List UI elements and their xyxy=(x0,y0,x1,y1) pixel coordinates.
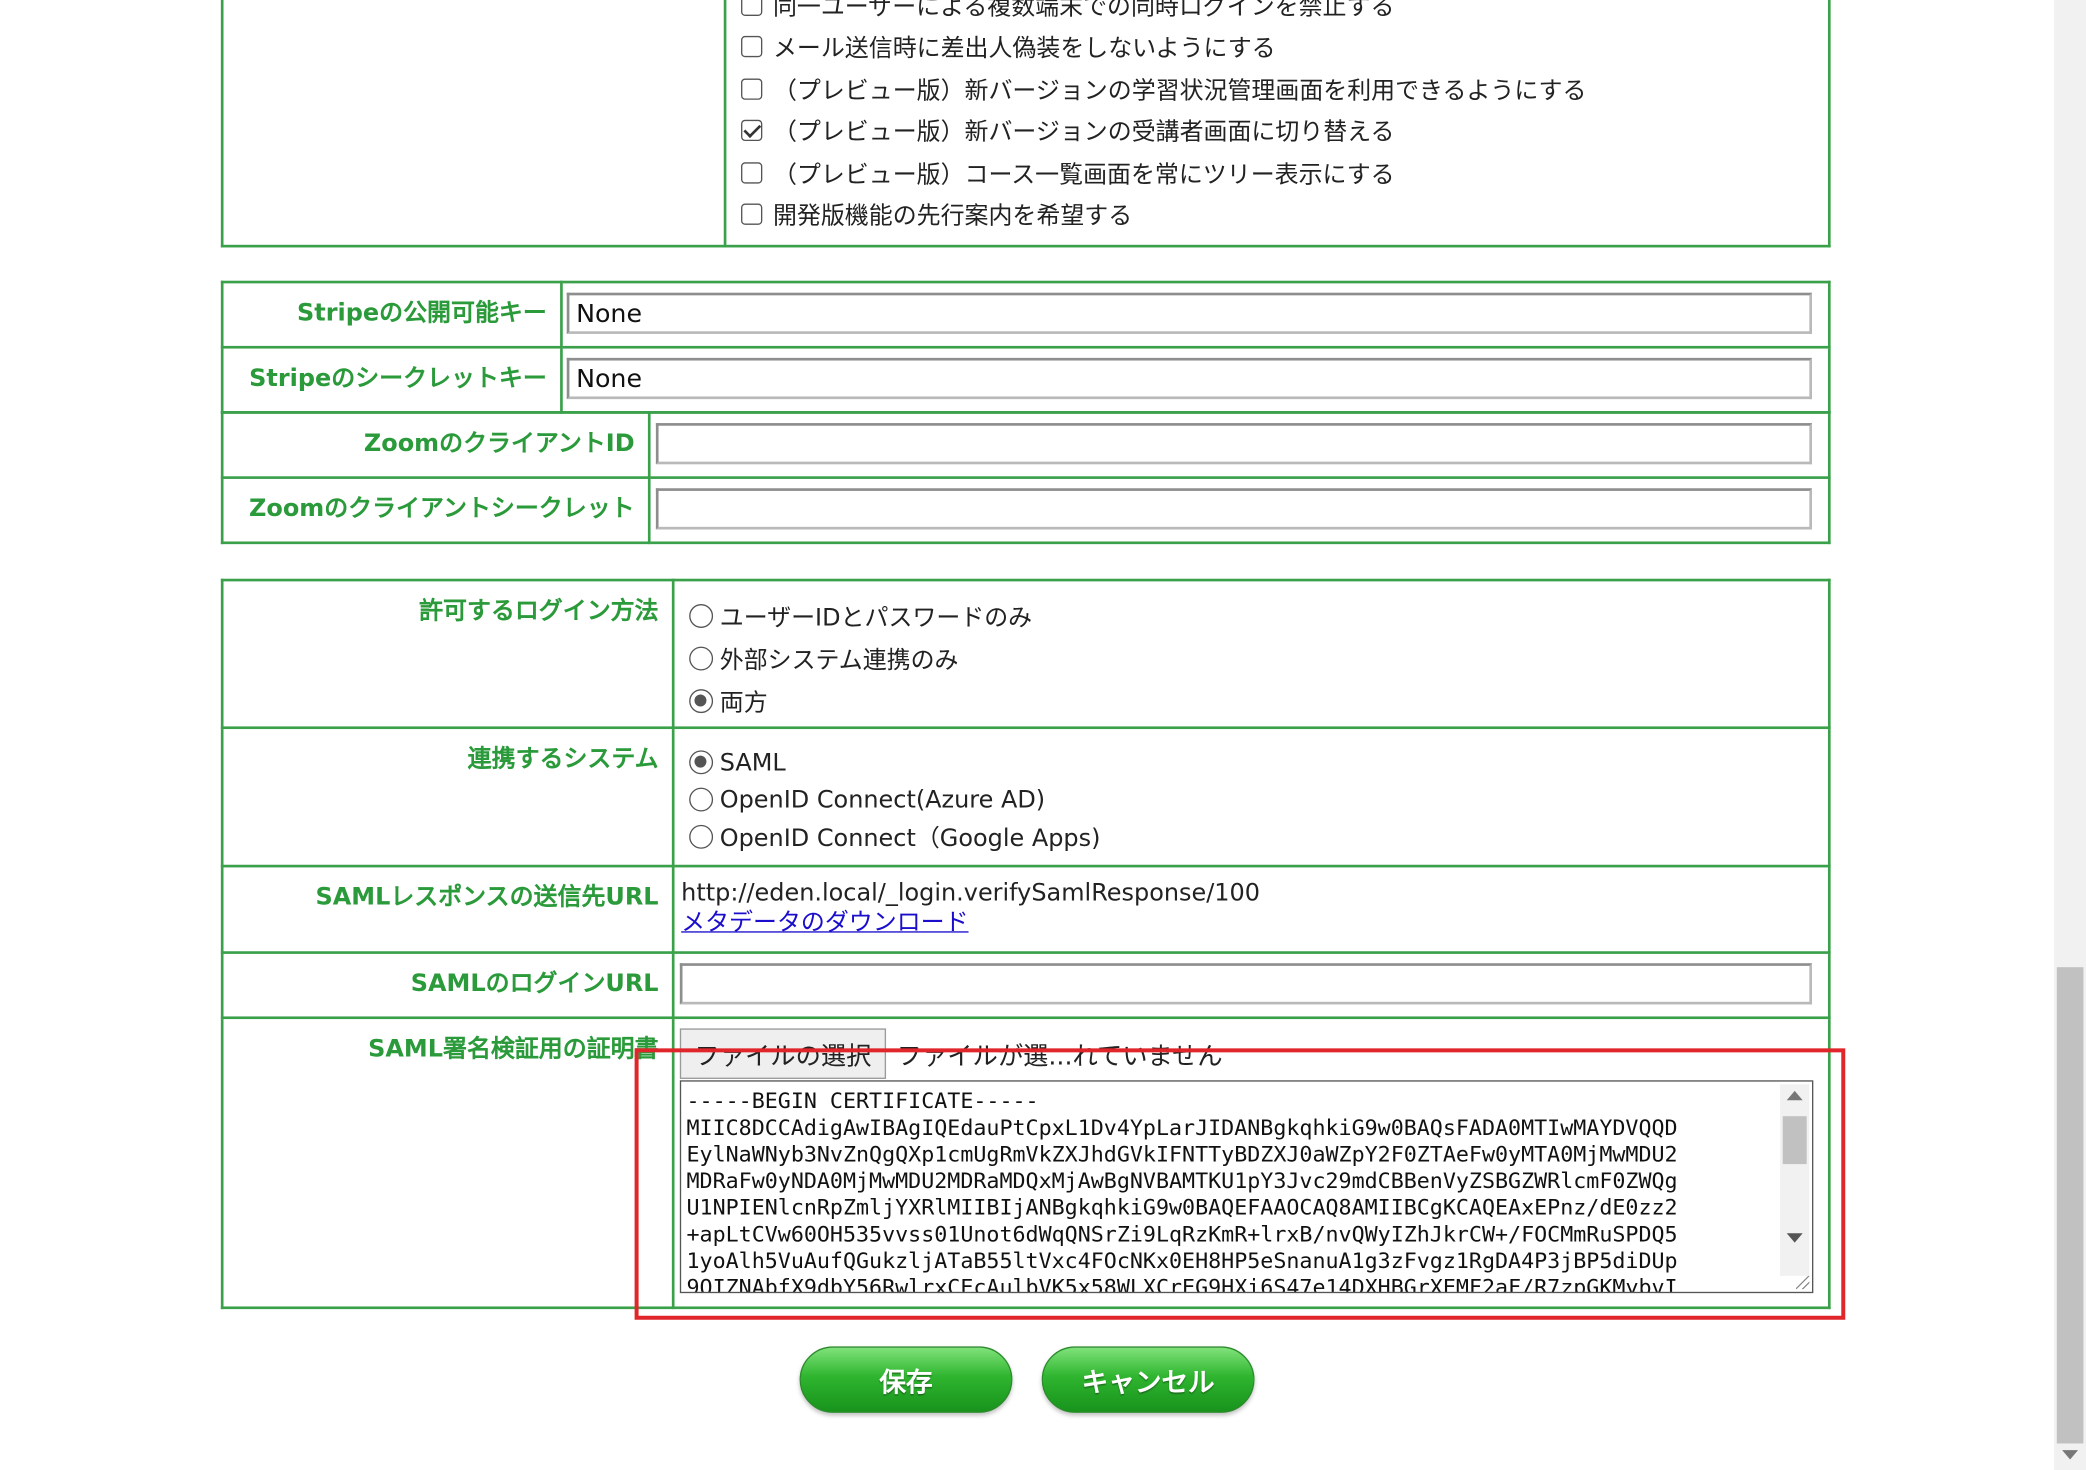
checkbox-label: （プレビュー版）コース一覧画面を常にツリー表示にする xyxy=(772,160,1395,189)
options-checkbox-list: 同一ユーザーによる複数端末での同時ログインを禁止する メール送信時に差出人偽装を… xyxy=(723,0,1831,248)
zoom-client-secret-cell xyxy=(647,476,1831,545)
zoom-table: ZoomのクライアントID Zoomのクライアントシークレット xyxy=(220,411,1831,545)
radio-label: 外部システム連携のみ xyxy=(719,646,959,675)
zoom-client-secret-input[interactable] xyxy=(655,488,1813,530)
saml-login-url-input[interactable] xyxy=(679,963,1813,1005)
checkbox-label: 開発版機能の先行案内を希望する xyxy=(772,202,1133,231)
radio-row[interactable]: ユーザーIDとパスワードのみ xyxy=(675,595,1828,638)
login-method-label: 許可するログイン方法 xyxy=(220,578,675,730)
login-method-options: ユーザーIDとパスワードのみ 外部システム連携のみ 両方 xyxy=(671,578,1831,730)
checkbox-row[interactable]: メール送信時に差出人偽装をしないようにする xyxy=(726,26,1828,68)
stripe-public-key-input[interactable] xyxy=(566,292,1813,334)
page-scroll-down-icon[interactable] xyxy=(2062,1450,2079,1460)
stripe-secret-key-label: Stripeのシークレットキー xyxy=(220,345,563,414)
saml-login-url-cell xyxy=(671,951,1831,1020)
checkbox-label: （プレビュー版）新バージョンの学習状況管理画面を利用できるようにする xyxy=(772,76,1587,105)
checkbox-label: メール送信時に差出人偽装をしないようにする xyxy=(772,34,1276,63)
checkbox-preview-progress[interactable] xyxy=(741,78,763,100)
radio-system-azure[interactable] xyxy=(689,787,714,812)
zoom-client-id-cell xyxy=(647,411,1831,479)
zoom-client-secret-label: Zoomのクライアントシークレット xyxy=(220,476,651,545)
checkbox-label: 同一ユーザーによる複数端末での同時ログインを禁止する xyxy=(772,0,1395,21)
radio-label: SAML xyxy=(719,748,786,777)
saml-response-url: http://eden.local/_login.verifySamlRespo… xyxy=(681,879,1261,908)
checkbox-preview-learner[interactable] xyxy=(741,120,763,142)
saml-response-url-cell: http://eden.local/_login.verifySamlRespo… xyxy=(671,864,1831,954)
checkbox-row[interactable]: （プレビュー版）新バージョンの学習状況管理画面を利用できるようにする xyxy=(726,68,1828,110)
radio-label: OpenID Connect(Azure AD) xyxy=(719,785,1046,814)
linked-system-label: 連携するシステム xyxy=(220,726,675,868)
radio-label: OpenID Connect（Google Apps) xyxy=(719,824,1101,853)
checkbox-row[interactable]: 開発版機能の先行案内を希望する xyxy=(726,194,1828,236)
stripe-public-key-label: Stripeの公開可能キー xyxy=(220,280,563,349)
stripe-secret-key-cell xyxy=(560,345,1831,414)
zoom-client-id-label: ZoomのクライアントID xyxy=(220,411,651,479)
checkbox-row[interactable]: 同一ユーザーによる複数端末での同時ログインを禁止する xyxy=(726,0,1828,26)
radio-login-password-only[interactable] xyxy=(689,604,714,628)
settings-form-page: 同一ユーザーによる複数端末での同時ログインを禁止する メール送信時に差出人偽装を… xyxy=(0,0,2086,1470)
checkbox-concurrent-login[interactable] xyxy=(741,0,763,16)
saml-login-url-label: SAMLのログインURL xyxy=(220,951,675,1020)
save-button[interactable]: 保存 xyxy=(799,1346,1013,1413)
metadata-download-link[interactable]: メタデータのダウンロード xyxy=(681,909,968,937)
stripe-public-key-cell xyxy=(560,280,1831,349)
radio-row[interactable]: 外部システム連携のみ xyxy=(675,637,1828,680)
linked-system-options: SAML OpenID Connect(Azure AD) OpenID Con… xyxy=(671,726,1831,868)
checkbox-row[interactable]: （プレビュー版）新バージョンの受講者画面に切り替える xyxy=(726,110,1828,152)
radio-system-saml[interactable] xyxy=(689,750,714,775)
stripe-table: Stripeの公開可能キー Stripeのシークレットキー xyxy=(220,280,1831,414)
radio-login-external-only[interactable] xyxy=(689,646,714,671)
page-scrollbar[interactable] xyxy=(2054,0,2086,1470)
radio-row[interactable]: SAML xyxy=(675,744,1828,781)
radio-label: 両方 xyxy=(719,689,768,718)
checkbox-label: （プレビュー版）新バージョンの受講者画面に切り替える xyxy=(772,118,1395,147)
checkbox-dev-preview[interactable] xyxy=(741,203,763,226)
highlight-box xyxy=(634,1048,1846,1320)
checkbox-row[interactable]: （プレビュー版）コース一覧画面を常にツリー表示にする xyxy=(726,152,1828,194)
radio-row[interactable]: 両方 xyxy=(675,680,1828,723)
radio-row[interactable]: OpenID Connect（Google Apps) xyxy=(675,818,1828,855)
zoom-client-id-input[interactable] xyxy=(655,423,1813,465)
saml-response-url-label: SAMLレスポンスの送信先URL xyxy=(220,864,675,954)
saml-cert-label: SAML署名検証用の証明書 xyxy=(220,1016,675,1310)
page-scroll-thumb[interactable] xyxy=(2056,967,2084,1444)
checkbox-mail-spoof[interactable] xyxy=(741,36,763,58)
options-label-cell xyxy=(220,0,727,248)
stripe-secret-key-input[interactable] xyxy=(566,357,1813,400)
cancel-button[interactable]: キャンセル xyxy=(1041,1346,1255,1413)
radio-login-both[interactable] xyxy=(689,689,714,714)
radio-label: ユーザーIDとパスワードのみ xyxy=(719,604,1033,632)
options-table: 同一ユーザーによる複数端末での同時ログインを禁止する メール送信時に差出人偽装を… xyxy=(220,0,1831,248)
radio-system-google[interactable] xyxy=(689,824,714,849)
radio-row[interactable]: OpenID Connect(Azure AD) xyxy=(675,781,1828,818)
checkbox-preview-tree[interactable] xyxy=(741,161,763,184)
